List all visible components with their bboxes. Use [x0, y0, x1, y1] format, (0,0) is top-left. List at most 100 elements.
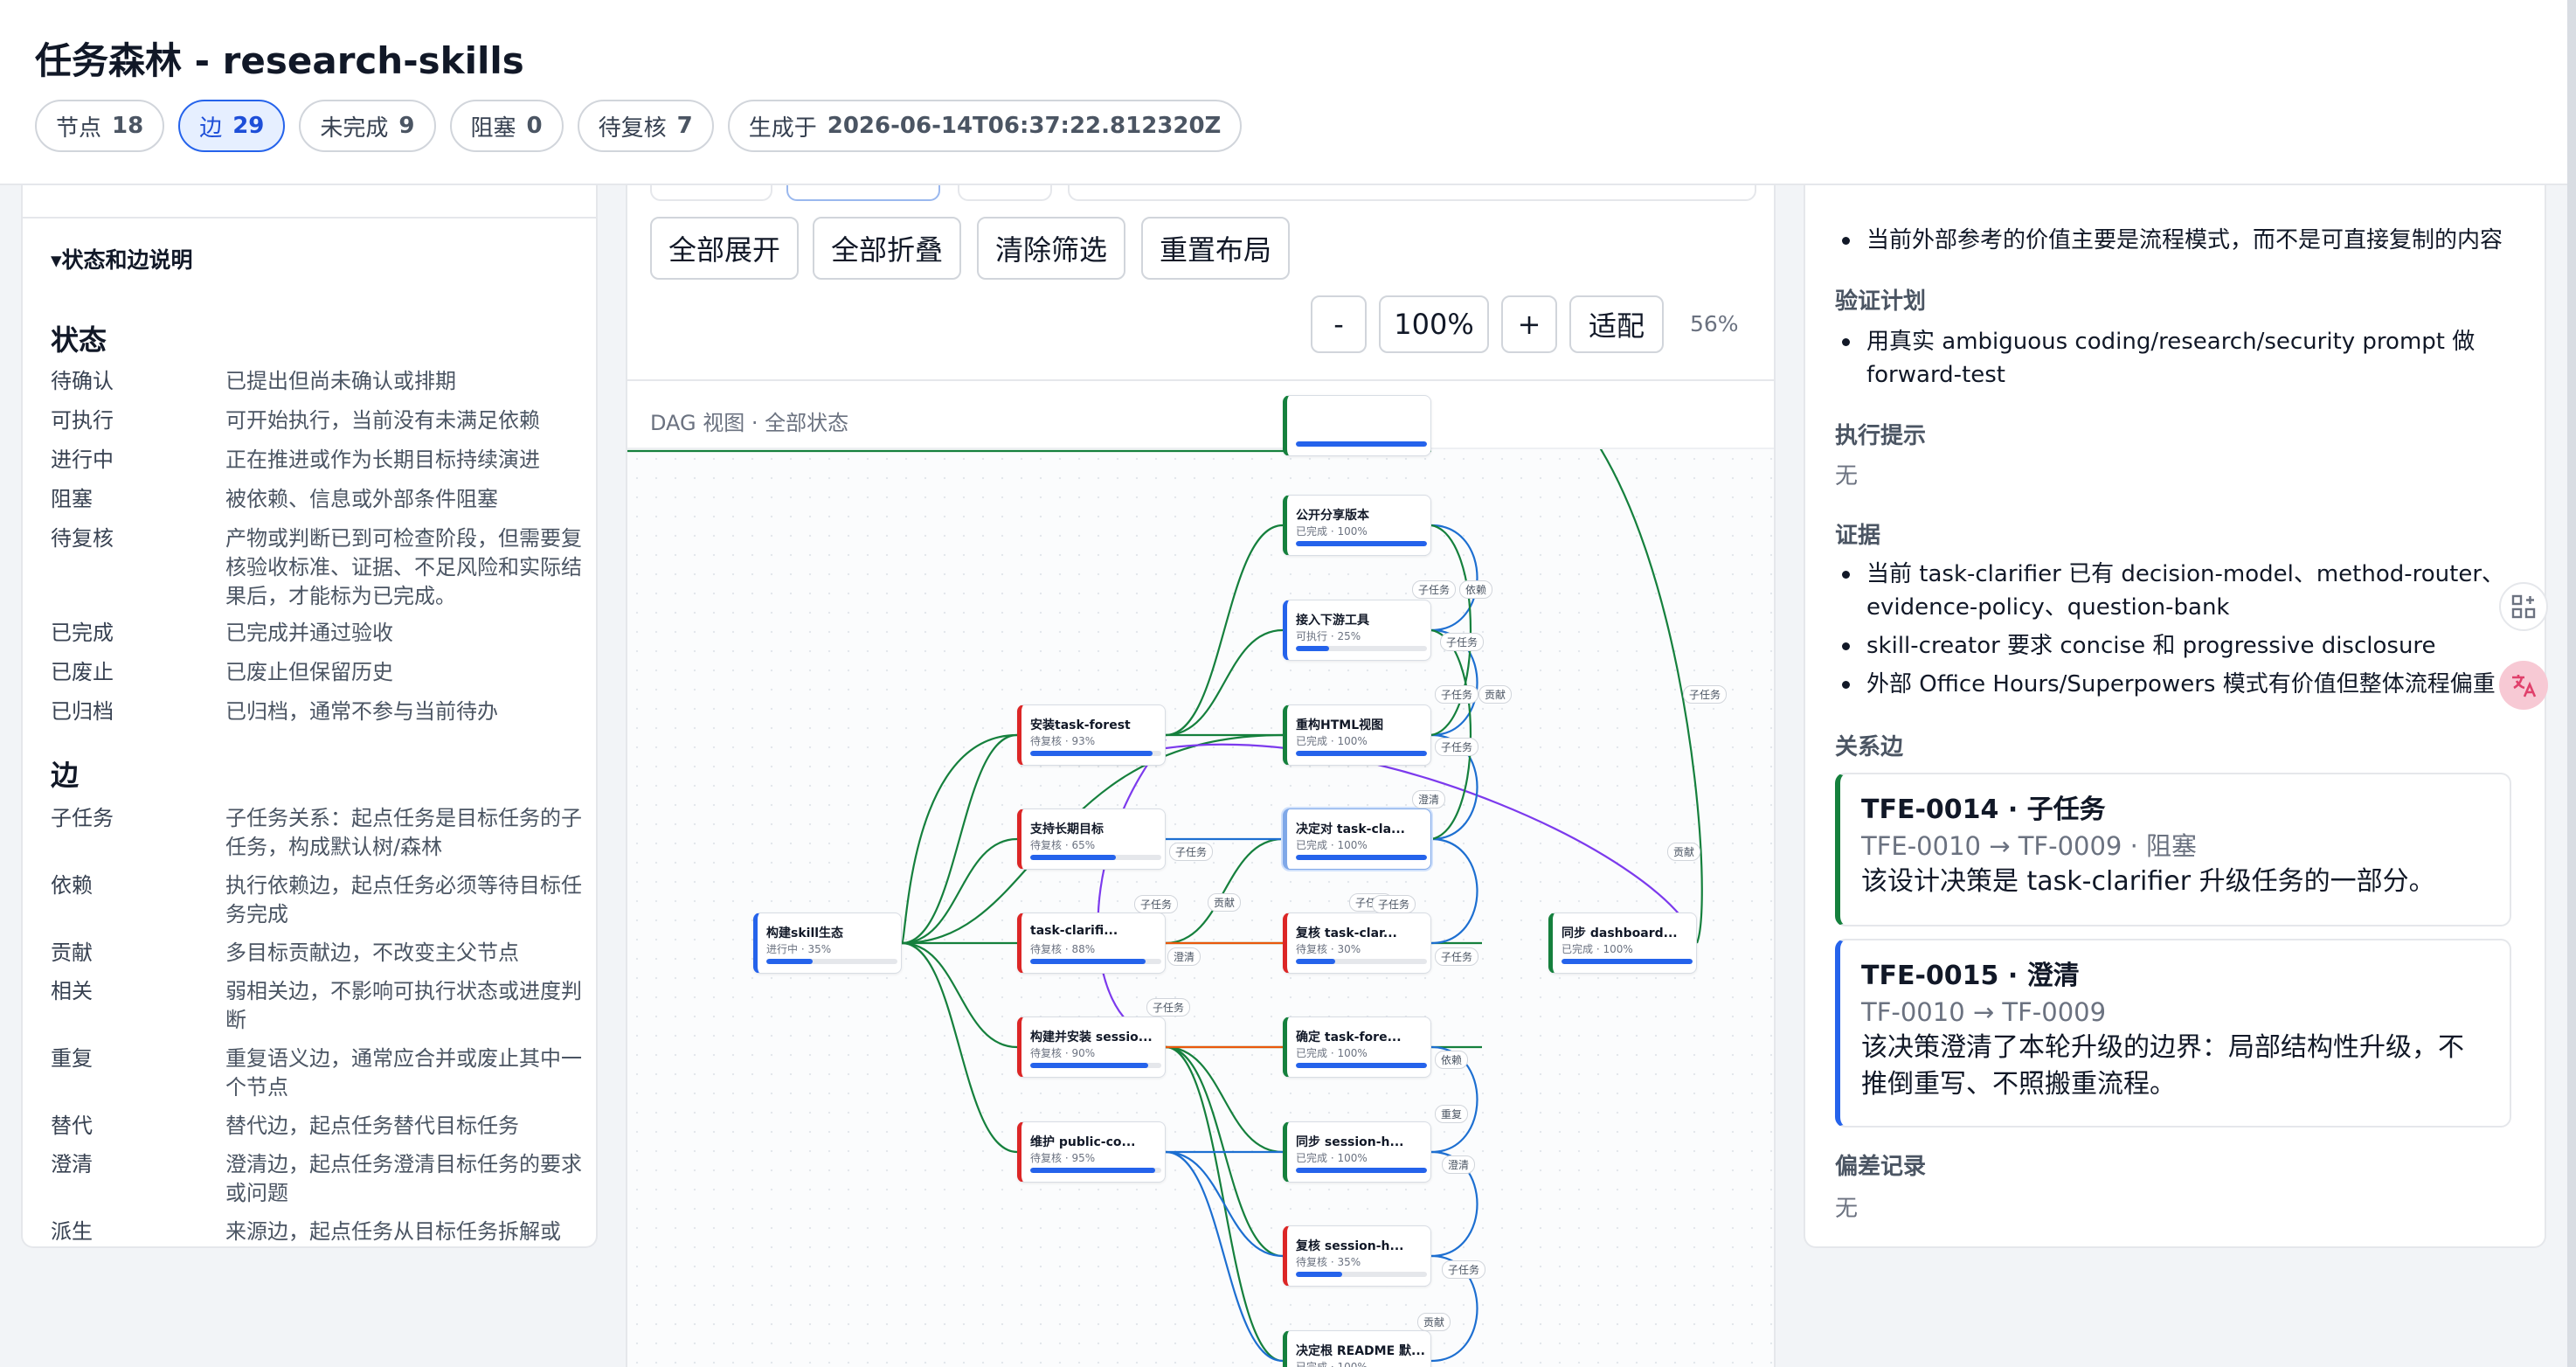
dag-node-status: 已完成 · 100%: [1296, 1152, 1368, 1164]
expand-all-button[interactable]: 全部展开: [650, 217, 799, 280]
page-title: 任务森林 - research-skills: [35, 39, 524, 82]
divider: [23, 217, 596, 219]
dag-node[interactable]: 构建skill生态 进行中 · 35%: [753, 912, 902, 974]
detail-panel: 当前外部参考的价值主要是流程模式，而不是可直接复制的内容 验证计划 用真实 am…: [1804, 185, 2546, 1248]
zoom-ratio: 56%: [1690, 311, 1739, 337]
fit-button[interactable]: 适配: [1569, 295, 1664, 353]
dag-node[interactable]: 重构HTML视图 已完成 · 100%: [1283, 704, 1431, 766]
chip-review[interactable]: 待复核 7: [577, 100, 714, 152]
detail-bullet: 当前外部参考的价值主要是流程模式，而不是可直接复制的内容: [1835, 224, 2525, 257]
dag-node-status: 已完成 · 100%: [1562, 943, 1633, 955]
reset-layout-button[interactable]: 重置布局: [1141, 217, 1290, 280]
toolbar-control-partial[interactable]: [958, 185, 1052, 201]
progress-fill: [1296, 751, 1427, 756]
dag-node[interactable]: 公开分享版本 已完成 · 100%: [1283, 495, 1431, 556]
dag-node-status: 待复核 · 35%: [1296, 1256, 1361, 1268]
progress-fill: [1030, 855, 1116, 860]
dag-node-title: 维护 public-co...: [1030, 1135, 1136, 1149]
window-edge: [2567, 0, 2576, 1367]
dag-node-title: 复核 task-clar...: [1296, 926, 1397, 940]
dag-node-title: 构建并安装 sessio...: [1030, 1030, 1153, 1044]
dag-edge: [1165, 1150, 1284, 1363]
dag-node[interactable]: 构建并安装 sessio... 待复核 · 90%: [1017, 1017, 1166, 1078]
dag-node-title: 决定对 task-cla...: [1296, 822, 1405, 836]
legend-toggle[interactable]: ▾状态和边说明: [51, 243, 193, 274]
progress-bar: [1030, 751, 1161, 756]
edge-label: 子任务: [1169, 843, 1214, 861]
edge-label: 子任务: [1134, 895, 1179, 913]
dag-node[interactable]: 维护 public-co... 待复核 · 95%: [1017, 1121, 1166, 1183]
dag-node-status: 待复核 · 95%: [1030, 1152, 1096, 1164]
edge-label: 贡献: [1478, 685, 1513, 704]
verify-label: 验证计划: [1835, 288, 1927, 315]
dag-node[interactable]: 同步 session-h... 已完成 · 100%: [1283, 1121, 1431, 1183]
zoom-in-button[interactable]: +: [1501, 295, 1557, 353]
dag-node[interactable]: 支持长期目标 待复核 · 65%: [1017, 808, 1166, 870]
progress-bar: [1296, 541, 1427, 546]
edge-label: 子任务: [1435, 685, 1479, 704]
dag-node-title: 安装task-forest: [1030, 718, 1131, 732]
dag-node[interactable]: 复核 session-h... 待复核 · 35%: [1283, 1225, 1431, 1287]
dag-header: DAG 视图 · 全部状态: [627, 379, 1774, 449]
chip-blocked[interactable]: 阻塞 0: [449, 100, 564, 152]
dag-node-status: 待复核 · 30%: [1296, 943, 1361, 955]
dag-node-title: task-clarifi...: [1030, 924, 1118, 938]
dag-node-partial[interactable]: [1283, 395, 1431, 456]
progress-bar: [1296, 959, 1427, 964]
progress-bar: [1296, 441, 1427, 447]
dag-node[interactable]: 接入下游工具 可执行 · 25%: [1283, 600, 1431, 661]
collapse-all-button[interactable]: 全部折叠: [813, 217, 961, 280]
toolbar-control-partial[interactable]: [786, 185, 940, 201]
edge-card-desc: 该设计决策是 task-clarifier 升级任务的一部分。: [1861, 866, 2435, 897]
edge-card[interactable]: TFE-0014 · 子任务 TFE-0010 → TF-0009 · 阻塞 该…: [1835, 773, 2511, 926]
grid-add-icon[interactable]: [2499, 582, 2548, 631]
dag-node-status: 已完成 · 100%: [1296, 1361, 1368, 1367]
dag-node-status: 已完成 · 100%: [1296, 525, 1368, 538]
dag-node[interactable]: 确定 task-fore... 已完成 · 100%: [1283, 1017, 1431, 1078]
edge-card[interactable]: TFE-0015 · 澄清 TF-0010 → TF-0009 该决策澄清了本轮…: [1835, 939, 2511, 1128]
chip-edges[interactable]: 边 29: [178, 100, 286, 152]
dag-node[interactable]: 决定根 README 默... 已完成 · 100%: [1283, 1330, 1431, 1367]
dag-canvas[interactable]: 公开分享版本 已完成 · 100% 接入下游工具 可执行 · 25% 安装task-fo…: [627, 395, 1774, 1367]
dag-node[interactable]: 决定对 task-cla... 已完成 · 100%: [1283, 808, 1431, 870]
dag-edge: [1165, 524, 1284, 737]
dag-node[interactable]: 复核 task-clar... 待复核 · 30%: [1283, 912, 1431, 974]
dag-node[interactable]: 安装task-forest 待复核 · 93%: [1017, 704, 1166, 766]
stats-chips: 节点 18 边 29 未完成 9 阻塞 0 待复核 7 生成于 2026-06-14T06:…: [35, 100, 1243, 152]
deviation-label: 偏差记录: [1835, 1154, 1927, 1180]
dag-edge: [901, 941, 1018, 1049]
toolbar-control-partial[interactable]: [650, 185, 772, 201]
chip-incomplete[interactable]: 未完成 9: [299, 100, 436, 152]
evidence-bullet: skill-creator 要求 concise 和 progressive d…: [1835, 629, 2525, 663]
progress-fill: [1296, 855, 1427, 860]
dag-edge: [1165, 1045, 1284, 1154]
dag-node-title: 同步 session-h...: [1296, 1135, 1404, 1149]
progress-fill: [1030, 751, 1153, 756]
edge-label: 依赖: [1459, 580, 1493, 599]
zoom-out-button[interactable]: -: [1311, 295, 1367, 353]
edge-label: 贡献: [1667, 843, 1701, 861]
clear-filters-button[interactable]: 清除筛选: [977, 217, 1125, 280]
progress-fill: [1296, 1063, 1427, 1068]
progress-bar: [1030, 959, 1161, 964]
edge-heading: 边: [51, 759, 80, 792]
dag-node[interactable]: task-clarifi... 待复核 · 88%: [1017, 912, 1166, 974]
dag-node[interactable]: 同步 dashboard... 已完成 · 100%: [1548, 912, 1697, 974]
dag-node-status: 待复核 · 88%: [1030, 943, 1096, 955]
zoom-value-button[interactable]: 100%: [1379, 295, 1489, 353]
edge-label: 子任务: [1412, 580, 1457, 599]
dag-node-status: 待复核 · 90%: [1030, 1047, 1096, 1059]
progress-bar: [766, 959, 897, 964]
progress-bar: [1030, 1063, 1161, 1068]
translate-icon[interactable]: [2499, 661, 2548, 710]
dag-edge: [1165, 1150, 1284, 1258]
dag-edges: [627, 449, 1703, 1363]
edge-label: 子任务: [1442, 1260, 1486, 1279]
dag-node-title: 确定 task-fore...: [1296, 1030, 1402, 1044]
progress-bar: [1562, 959, 1693, 964]
chip-nodes[interactable]: 节点 18: [35, 100, 165, 152]
edge-label: 澄清: [1167, 947, 1201, 966]
edge-label: 贡献: [1208, 893, 1242, 912]
search-input-partial[interactable]: [1068, 185, 1756, 201]
progress-bar: [1296, 1063, 1427, 1068]
